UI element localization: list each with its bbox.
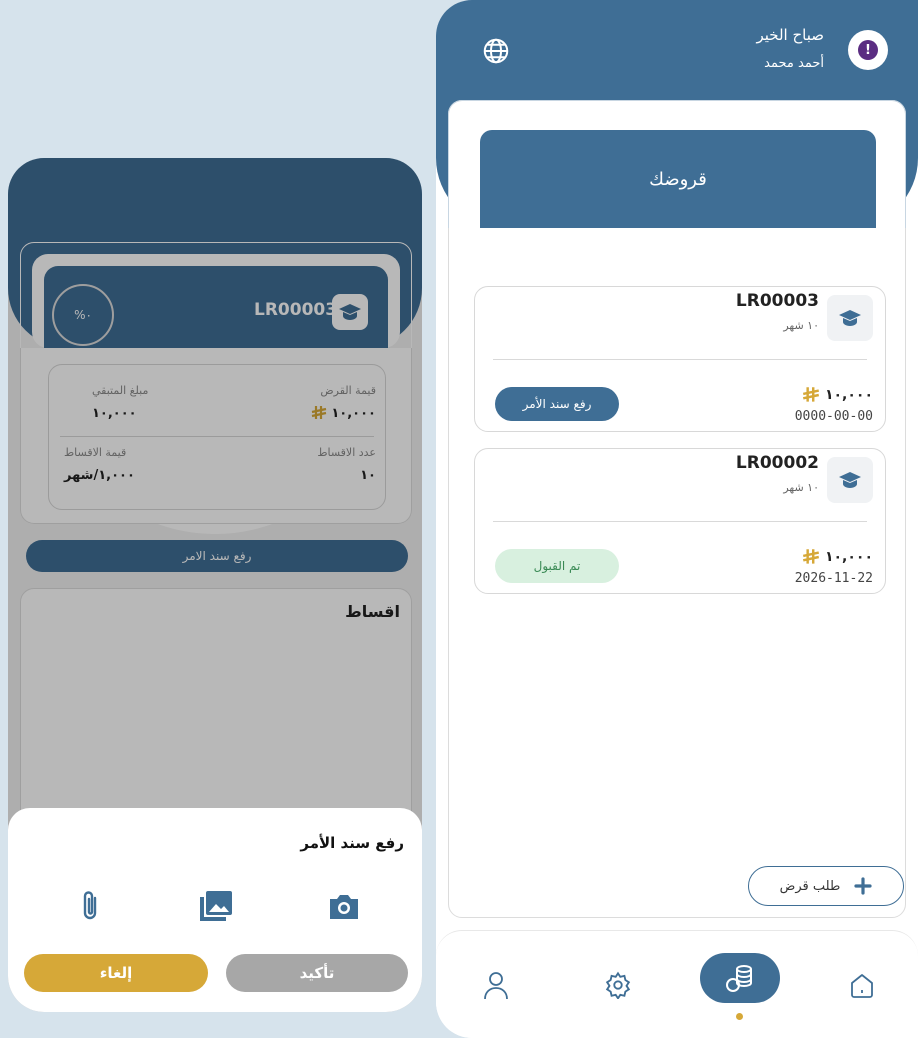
camera-icon[interactable] [326,888,362,924]
loan-date: 2026-11-22 [794,571,873,586]
riyal-sign-icon [802,549,819,564]
upload-bottom-sheet: رفع سند الأمر تأكيد إلغاء [8,808,422,1012]
section-title-card: قروضك [468,118,886,228]
alert-icon[interactable]: ! [848,30,888,70]
loan-id: LR00002 [735,453,819,473]
loan-details-screen: %٠ LR00003 قيمة القرض ١٠,٠٠٠ مبلغ المتبق… [8,158,422,1012]
loan-amount: ١٠,٠٠٠ [801,547,873,567]
loan-id: LR00003 [735,291,819,311]
home-icon[interactable] [846,969,878,1001]
loan-date: 0000-00-00 [794,409,873,424]
loan-amount: ١٠,٠٠٠ [801,385,873,405]
active-indicator [736,1013,743,1020]
plus-icon [854,877,872,895]
graduation-cap-icon [827,295,873,341]
paperclip-icon[interactable] [72,888,108,924]
cancel-button[interactable]: إلغاء [24,954,208,992]
coins-icon[interactable] [700,953,780,1003]
gear-icon[interactable] [602,969,634,1001]
loans-screen: ! صباح الخير أحمد محمد قروضك LR00003 ١٠ … [436,0,918,1038]
person-icon[interactable] [480,969,512,1001]
loan-duration: ١٠ شهر [783,319,819,332]
loan-card[interactable]: LR00002 ١٠ شهر ١٠,٠٠٠ 2026-11-22 تم القب… [474,448,886,594]
request-loan-button[interactable]: طلب قرض [748,866,904,906]
riyal-sign-icon [802,387,819,402]
request-loan-label: طلب قرض [779,878,841,894]
user-name: أحمد محمد [764,56,824,71]
upload-promissory-button[interactable]: رفع سند الأمر [495,387,619,421]
confirm-button[interactable]: تأكيد [226,954,408,992]
accepted-status-badge: تم القبول [495,549,619,583]
globe-icon[interactable] [481,36,511,66]
section-title: قروضك [480,130,876,228]
divider [493,359,867,360]
bottom-nav [436,930,918,1038]
greeting: صباح الخير [756,26,824,44]
divider [493,521,867,522]
loan-duration: ١٠ شهر [783,481,819,494]
graduation-cap-icon [827,457,873,503]
gallery-icon[interactable] [198,888,234,924]
sheet-title: رفع سند الأمر [300,834,404,852]
loan-card[interactable]: LR00003 ١٠ شهر ١٠,٠٠٠ 0000-00-00 رفع سند… [474,286,886,432]
